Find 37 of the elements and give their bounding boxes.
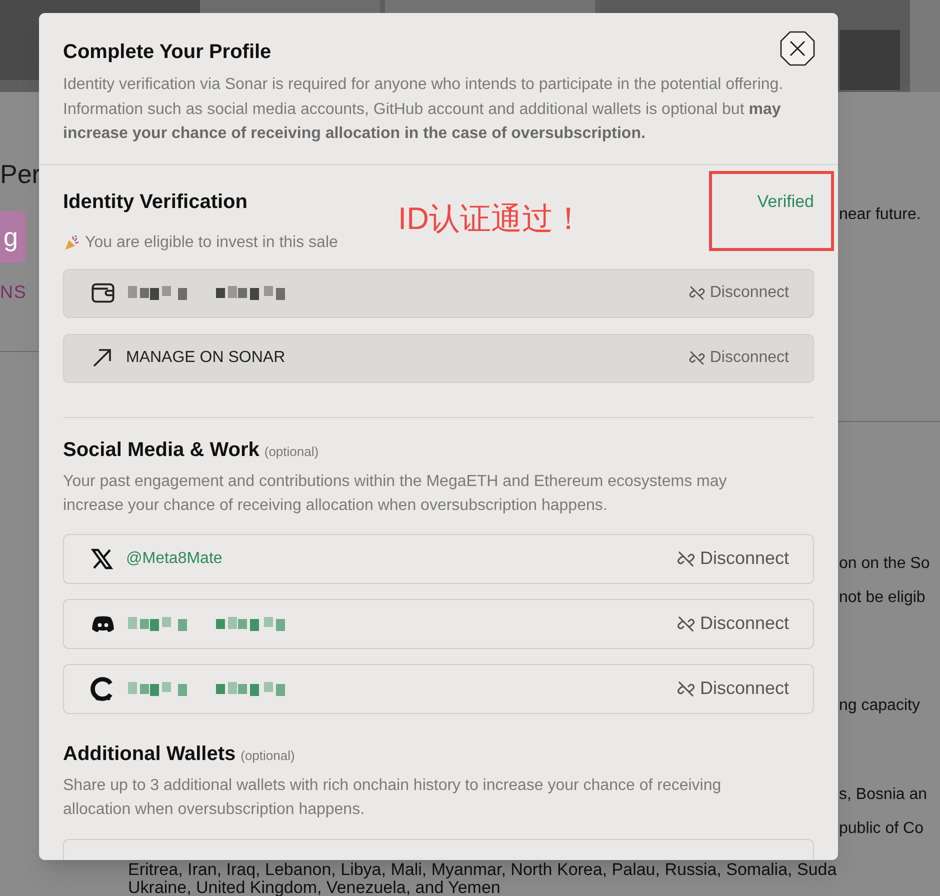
disconnect-button[interactable]: Disconnect [676,545,789,572]
link-label: MANAGE ON SONAR [126,348,286,368]
page-text: Eritrea, Iran, Iraq, Lebanon, Libya, Mali, Myanmar, North Korea, Palau, Russia, Somalia, Suda [128,861,837,878]
section-title: Identity Verification [63,190,248,214]
page-text: near future. [839,205,921,225]
section-title: Social Media & Work [63,438,260,462]
dialog-title: Complete Your Profile [63,40,272,65]
section-description: Your past engagement and contributions within the MegaETH and Ethereum ecosystems may increase your chance of receiving allocation when oversubscription happens. [63,472,728,516]
section-title: Additional Wallets [63,742,236,766]
eligibility-note: You are eligible to invest in this sale [85,232,338,252]
page-text: public of Co [839,819,924,839]
section-description: Share up to 3 additional wallets with rich onchain history to increase your chance of receiving allocation when oversubscription happens. [63,776,722,820]
dialog-description: Identity verification via Sonar is required for anyone who intends to participate in the potential offering. Information such as social media accounts, GitHub account and additional wallets is optional but may increase your chance of receiving allocation in the case of oversubscription. [63,75,784,144]
tag-badge: g [0,211,26,263]
disconnect-button[interactable]: Disconnect [688,281,789,305]
broken-link-icon [688,284,706,302]
page-text: ng capacity [839,696,920,716]
broken-link-icon [688,349,706,367]
broken-link-icon [676,678,696,698]
verified-status: Verified [757,190,814,213]
optional-tag: (optional) [240,746,295,765]
account-handle: @Meta8Mate [126,548,222,568]
badge-caption: NS [0,281,27,304]
annotation-text: ID认证通过！ [398,200,584,238]
close-button[interactable] [780,31,815,66]
party-popper-icon [63,234,81,252]
broken-link-icon [676,548,696,568]
disconnect-button[interactable]: Disconnect [676,675,789,702]
page-heading: Per [0,158,40,191]
optional-tag: (optional) [264,442,319,461]
page-text: on on the So [839,554,930,574]
x-logo-icon [90,546,114,570]
disconnect-button[interactable]: Disconnect [688,346,789,370]
page-text: s, Bosnia an [839,785,928,805]
broken-link-icon [676,614,696,634]
page-text: not be eligib [839,588,926,608]
disconnect-button[interactable]: Disconnect [676,610,789,637]
